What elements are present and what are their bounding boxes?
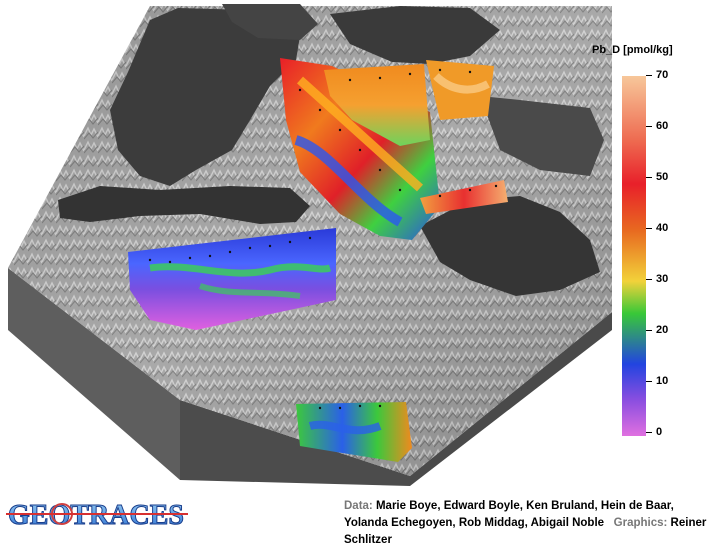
colorbar-title: Pb_D [pmol/kg] — [592, 44, 673, 56]
colorbar-tick: 60 — [646, 120, 668, 132]
graphics-label: Graphics: — [613, 517, 668, 529]
colorbar — [622, 76, 646, 436]
colorbar-tick: 30 — [646, 273, 668, 285]
ocean-3d-scene — [8, 4, 612, 486]
colorbar-tick: 40 — [646, 222, 668, 234]
colorbar-tick: 10 — [646, 375, 668, 387]
colorbar-tick: 70 — [646, 69, 668, 81]
credits: Data: Marie Boye, Edward Boyle, Ken Brul… — [344, 498, 716, 549]
colorbar-tick: 20 — [646, 324, 668, 336]
colorbar-tick: 0 — [646, 426, 662, 438]
geotraces-logo: GEOTRACES — [6, 499, 188, 532]
colorbar-tick: 50 — [646, 171, 668, 183]
data-label: Data: — [344, 500, 373, 512]
